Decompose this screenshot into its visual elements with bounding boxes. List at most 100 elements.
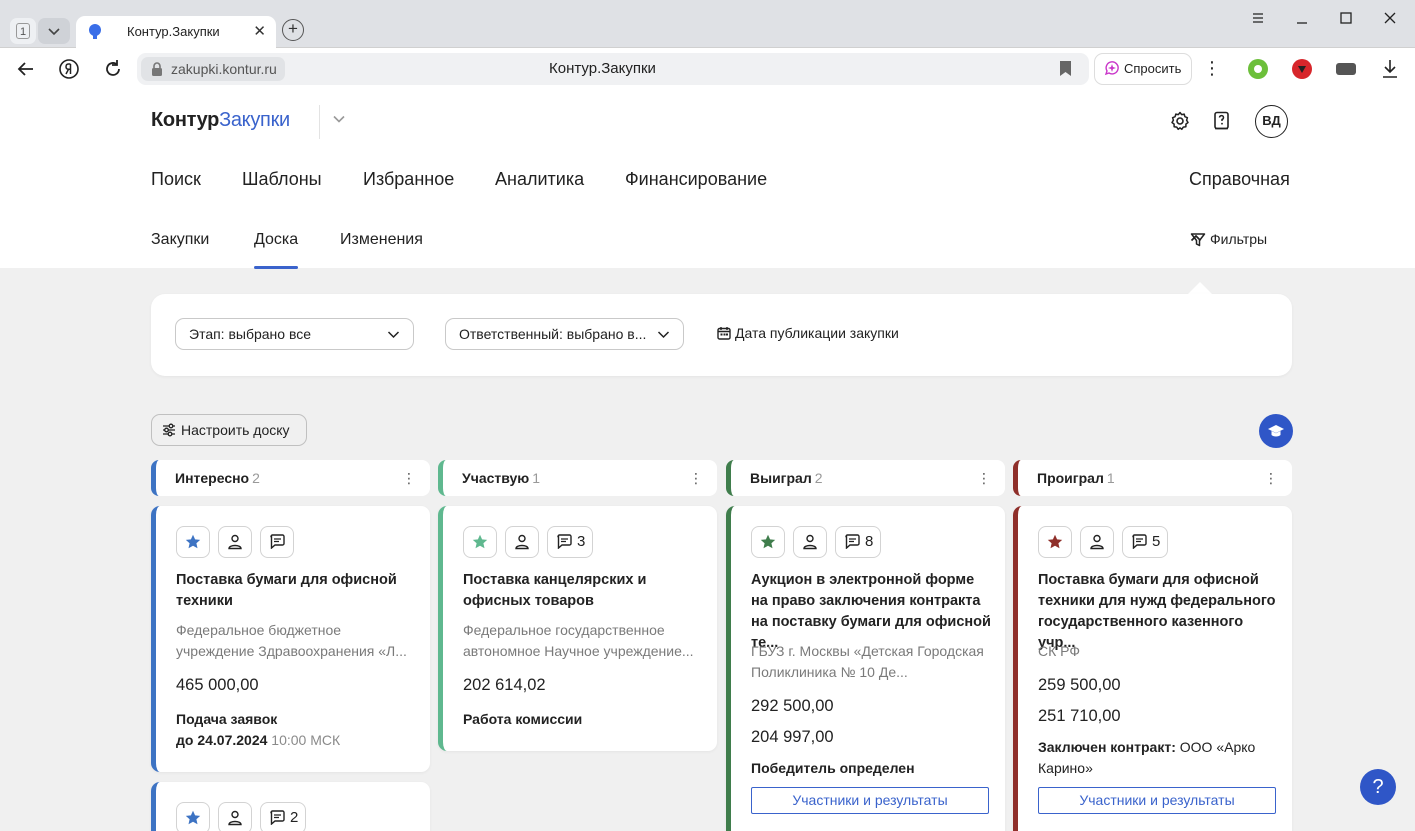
card-customer: ГБУЗ г. Москвы «Детская Городская Поликл… bbox=[751, 643, 984, 680]
logo-accent: Закупки bbox=[219, 109, 290, 131]
column-menu-kebab-icon[interactable]: ⋮ bbox=[1264, 460, 1278, 496]
card-status: Заключен контракт: ООО «Арко Карино» bbox=[1038, 737, 1278, 779]
tab-counter-label: 1 bbox=[16, 23, 30, 39]
browser-menu-kebab-icon[interactable]: ⋮ bbox=[1203, 58, 1221, 79]
user-avatar[interactable]: ВД bbox=[1255, 105, 1288, 138]
stage-select-value: Этап: выбрано все bbox=[189, 326, 312, 342]
extension-gray-icon[interactable] bbox=[1336, 63, 1356, 75]
purchase-card[interactable]: 2 bbox=[151, 782, 430, 831]
lock-icon bbox=[152, 62, 162, 76]
participants-results-button[interactable]: Участники и результаты bbox=[751, 787, 989, 814]
card-customer: Федеральное бюджетное учреждение Здравоо… bbox=[176, 622, 407, 659]
nav-analytics[interactable]: Аналитика bbox=[495, 169, 584, 190]
calendar-icon bbox=[717, 327, 731, 340]
column-header-lost: Проиграл 1 ⋮ bbox=[1013, 460, 1292, 496]
products-chevron-down-icon[interactable] bbox=[331, 111, 347, 127]
tab-changes[interactable]: Изменения bbox=[340, 231, 423, 249]
download-icon[interactable] bbox=[1381, 59, 1399, 79]
participants-results-button[interactable]: Участники и результаты bbox=[1038, 787, 1276, 814]
column-header-interesting: Интересно 2 ⋮ bbox=[151, 460, 430, 496]
kontur-favicon-icon bbox=[89, 24, 101, 39]
comment-icon bbox=[557, 534, 572, 549]
stage-select[interactable]: Этап: выбрано все bbox=[175, 318, 414, 350]
card-customer: СК РФ bbox=[1038, 643, 1080, 659]
column-count: 2 bbox=[814, 470, 823, 486]
purchase-card[interactable]: 8 Аукцион в электронной форме на право з… bbox=[726, 506, 1005, 831]
browser-tabbar: 1 Контур.Закупки ✕ + bbox=[0, 0, 1415, 48]
favorite-button[interactable] bbox=[176, 802, 210, 831]
assign-responsible-button[interactable] bbox=[218, 526, 252, 558]
comments-button[interactable]: 8 bbox=[835, 526, 881, 558]
nav-search[interactable]: Поиск bbox=[151, 169, 201, 190]
purchase-card[interactable]: Поставка бумаги для офисной техники Феде… bbox=[151, 506, 430, 772]
column-count: 1 bbox=[1106, 470, 1115, 486]
app-header: КонтурЗакупки ВД Поиск Шаблоны Избранное… bbox=[0, 90, 1415, 269]
comment-icon bbox=[270, 534, 285, 549]
nav-financing[interactable]: Финансирование bbox=[625, 169, 767, 190]
help-chat-button[interactable]: ? bbox=[1360, 769, 1396, 805]
chevron-down-icon bbox=[48, 28, 60, 36]
comments-button[interactable]: 2 bbox=[260, 802, 306, 831]
url-bar[interactable]: zakupki.kontur.ru Контур.Закупки bbox=[137, 53, 1089, 85]
user-icon bbox=[228, 534, 242, 550]
help-book-icon[interactable] bbox=[1212, 111, 1232, 131]
purchase-card[interactable]: 5 Поставка бумаги для офисной техники дл… bbox=[1013, 506, 1292, 831]
comments-button[interactable]: 3 bbox=[547, 526, 593, 558]
minimize-icon[interactable] bbox=[1296, 14, 1308, 26]
close-window-icon[interactable] bbox=[1384, 12, 1396, 24]
url-host-chip[interactable]: zakupki.kontur.ru bbox=[141, 57, 285, 81]
purchase-card[interactable]: 3 Поставка канцелярских и офисных товаро… bbox=[438, 506, 717, 751]
extension-red-icon[interactable] bbox=[1292, 59, 1312, 79]
browser-tab[interactable]: Контур.Закупки ✕ bbox=[76, 16, 276, 48]
settings-gear-icon[interactable] bbox=[1170, 111, 1190, 131]
assign-responsible-button[interactable] bbox=[218, 802, 252, 831]
maximize-icon[interactable] bbox=[1340, 12, 1352, 24]
tab-counter[interactable]: 1 bbox=[10, 18, 36, 44]
comments-button[interactable]: 5 bbox=[1122, 526, 1168, 558]
nav-help-reference[interactable]: Справочная bbox=[1189, 169, 1290, 190]
education-button[interactable] bbox=[1259, 414, 1293, 448]
tab-close-icon[interactable]: ✕ bbox=[253, 22, 266, 40]
filters-panel-pointer bbox=[1188, 282, 1212, 294]
card-title[interactable]: Поставка бумаги для офисной техники bbox=[176, 570, 416, 612]
favorite-button[interactable] bbox=[751, 526, 785, 558]
card-status: Работа комиссии bbox=[463, 711, 583, 727]
nav-templates[interactable]: Шаблоны bbox=[242, 169, 322, 190]
tab-list-dropdown[interactable] bbox=[38, 18, 70, 44]
chevron-down-icon bbox=[657, 331, 670, 339]
tab-purchases[interactable]: Закупки bbox=[151, 231, 209, 249]
star-icon bbox=[185, 534, 201, 549]
column-menu-kebab-icon[interactable]: ⋮ bbox=[402, 460, 416, 496]
assign-responsible-button[interactable] bbox=[1080, 526, 1114, 558]
assign-responsible-button[interactable] bbox=[793, 526, 827, 558]
configure-board-button[interactable]: Настроить доску bbox=[151, 414, 307, 446]
column-menu-kebab-icon[interactable]: ⋮ bbox=[977, 460, 991, 496]
new-tab-button[interactable]: + bbox=[282, 19, 304, 41]
back-icon[interactable] bbox=[15, 58, 37, 80]
card-title[interactable]: Поставка канцелярских и офисных товаров bbox=[463, 570, 703, 612]
favorite-button[interactable] bbox=[463, 526, 497, 558]
tab-board[interactable]: Доска bbox=[254, 231, 299, 269]
publication-date-label: Дата публикации закупки bbox=[735, 325, 899, 341]
assign-responsible-button[interactable] bbox=[505, 526, 539, 558]
kontur-logo[interactable]: КонтурЗакупки bbox=[151, 109, 290, 132]
ask-ai-button[interactable]: Спросить bbox=[1094, 53, 1192, 85]
yandex-icon[interactable] bbox=[58, 58, 80, 80]
comment-icon bbox=[845, 534, 860, 549]
filters-toggle[interactable]: Фильтры bbox=[1190, 231, 1267, 247]
star-icon bbox=[472, 534, 488, 549]
favorite-button[interactable] bbox=[1038, 526, 1072, 558]
column-menu-kebab-icon[interactable]: ⋮ bbox=[689, 460, 703, 496]
menu-icon[interactable] bbox=[1252, 12, 1264, 24]
comments-button[interactable] bbox=[260, 526, 294, 558]
extension-gear-icon[interactable] bbox=[1248, 59, 1268, 79]
responsible-select[interactable]: Ответственный: выбрано в... bbox=[445, 318, 684, 350]
favorite-button[interactable] bbox=[176, 526, 210, 558]
configure-board-label: Настроить доску bbox=[181, 422, 290, 438]
nav-favorites[interactable]: Избранное bbox=[363, 169, 454, 190]
reload-icon[interactable] bbox=[102, 58, 124, 80]
comments-count: 3 bbox=[577, 533, 586, 550]
column-title: Проиграл bbox=[1037, 470, 1104, 486]
bookmark-icon[interactable] bbox=[1060, 61, 1071, 76]
publication-date-filter[interactable]: Дата публикации закупки bbox=[717, 325, 899, 341]
